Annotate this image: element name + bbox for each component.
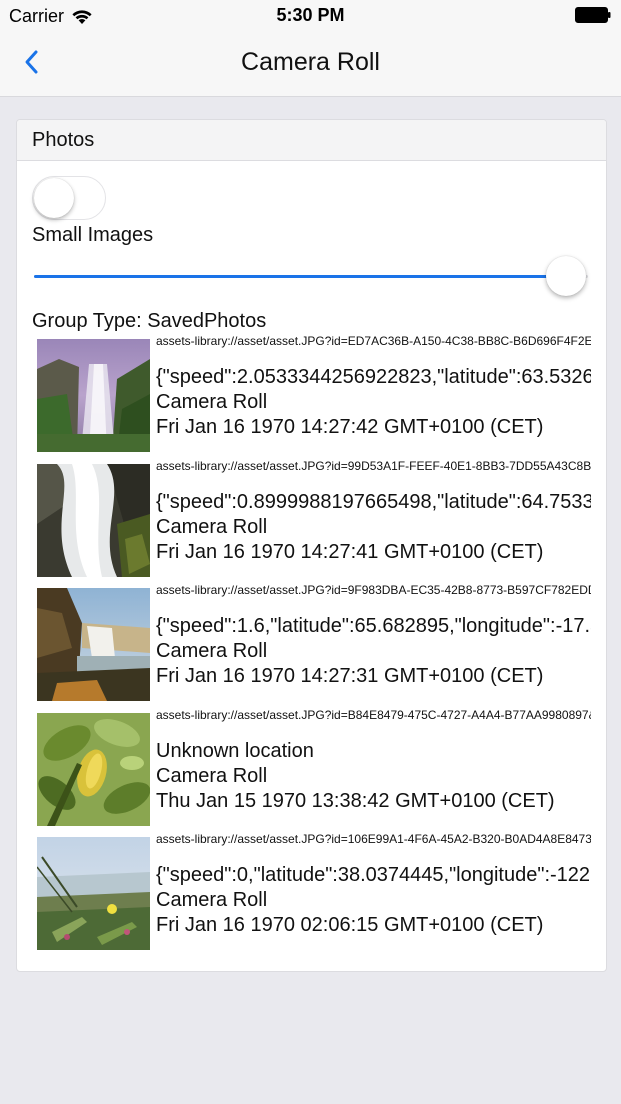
list-item[interactable]: assets-library://asset/asset.JPG?id=B84E… bbox=[37, 708, 591, 833]
small-images-label: Small Images bbox=[32, 224, 154, 246]
page-title: Camera Roll bbox=[241, 48, 380, 76]
photos-panel: Photos Small Images Group Type: SavedPho… bbox=[16, 119, 607, 972]
photo-album: Camera Roll bbox=[156, 640, 268, 662]
image-size-slider[interactable] bbox=[34, 256, 588, 296]
asset-url: assets-library://asset/asset.JPG?id=B84E… bbox=[156, 707, 591, 722]
battery-icon bbox=[575, 7, 611, 23]
toggle-knob bbox=[34, 178, 74, 218]
group-type-label: Group Type: SavedPhotos bbox=[32, 310, 267, 332]
status-time: 5:30 PM bbox=[276, 5, 345, 25]
photo-thumbnail bbox=[37, 712, 150, 826]
photo-date: Fri Jan 16 1970 14:27:31 GMT+0100 (CET) bbox=[156, 665, 544, 687]
photo-date: Fri Jan 16 1970 02:06:15 GMT+0100 (CET) bbox=[156, 914, 544, 936]
panel-title: Photos bbox=[32, 129, 95, 151]
panel-header: Photos bbox=[17, 120, 606, 161]
asset-url: assets-library://asset/asset.JPG?id=106E… bbox=[156, 832, 591, 846]
photo-date: Fri Jan 16 1970 14:27:41 GMT+0100 (CET) bbox=[156, 540, 544, 563]
photo-date: Thu Jan 15 1970 13:38:42 GMT+0100 (CET) bbox=[156, 789, 555, 812]
photo-location: Unknown location bbox=[156, 739, 314, 762]
small-images-toggle[interactable] bbox=[32, 176, 106, 220]
photo-thumbnail bbox=[37, 339, 150, 452]
photo-album: Camera Roll bbox=[156, 889, 268, 911]
photo-location: {"speed":0,"latitude":38.0374445,"longit… bbox=[156, 864, 591, 886]
photo-album: Camera Roll bbox=[156, 515, 268, 538]
photo-list: assets-library://asset/asset.JPG?id=ED7A… bbox=[37, 334, 591, 957]
slider-thumb[interactable] bbox=[546, 256, 586, 296]
asset-url: assets-library://asset/asset.JPG?id=9F98… bbox=[156, 583, 591, 597]
photo-location: {"speed":1.6,"latitude":65.682895,"longi… bbox=[156, 615, 591, 637]
photo-thumbnail bbox=[37, 463, 150, 577]
photo-thumbnail bbox=[37, 588, 150, 701]
asset-url: assets-library://asset/asset.JPG?id=ED7A… bbox=[156, 334, 591, 348]
photo-album: Camera Roll bbox=[156, 764, 268, 787]
slider-fill bbox=[34, 275, 566, 278]
list-item[interactable]: assets-library://asset/asset.JPG?id=ED7A… bbox=[37, 334, 591, 459]
list-item[interactable]: assets-library://asset/asset.JPG?id=99D5… bbox=[37, 459, 591, 584]
list-item[interactable]: assets-library://asset/asset.JPG?id=106E… bbox=[37, 832, 591, 957]
photo-album: Camera Roll bbox=[156, 391, 268, 413]
navigation-bar: Camera Roll bbox=[0, 30, 621, 97]
list-item[interactable]: assets-library://asset/asset.JPG?id=9F98… bbox=[37, 583, 591, 708]
photo-location: {"speed":2.0533344256922823,"latitude":6… bbox=[156, 366, 591, 388]
photo-thumbnail bbox=[37, 837, 150, 950]
asset-url: assets-library://asset/asset.JPG?id=99D5… bbox=[156, 458, 591, 473]
photo-date: Fri Jan 16 1970 14:27:42 GMT+0100 (CET) bbox=[156, 416, 544, 438]
status-bar: Carrier 5:30 PM bbox=[0, 0, 621, 30]
photo-location: {"speed":0.8999988197665498,"latitude":6… bbox=[156, 490, 591, 513]
